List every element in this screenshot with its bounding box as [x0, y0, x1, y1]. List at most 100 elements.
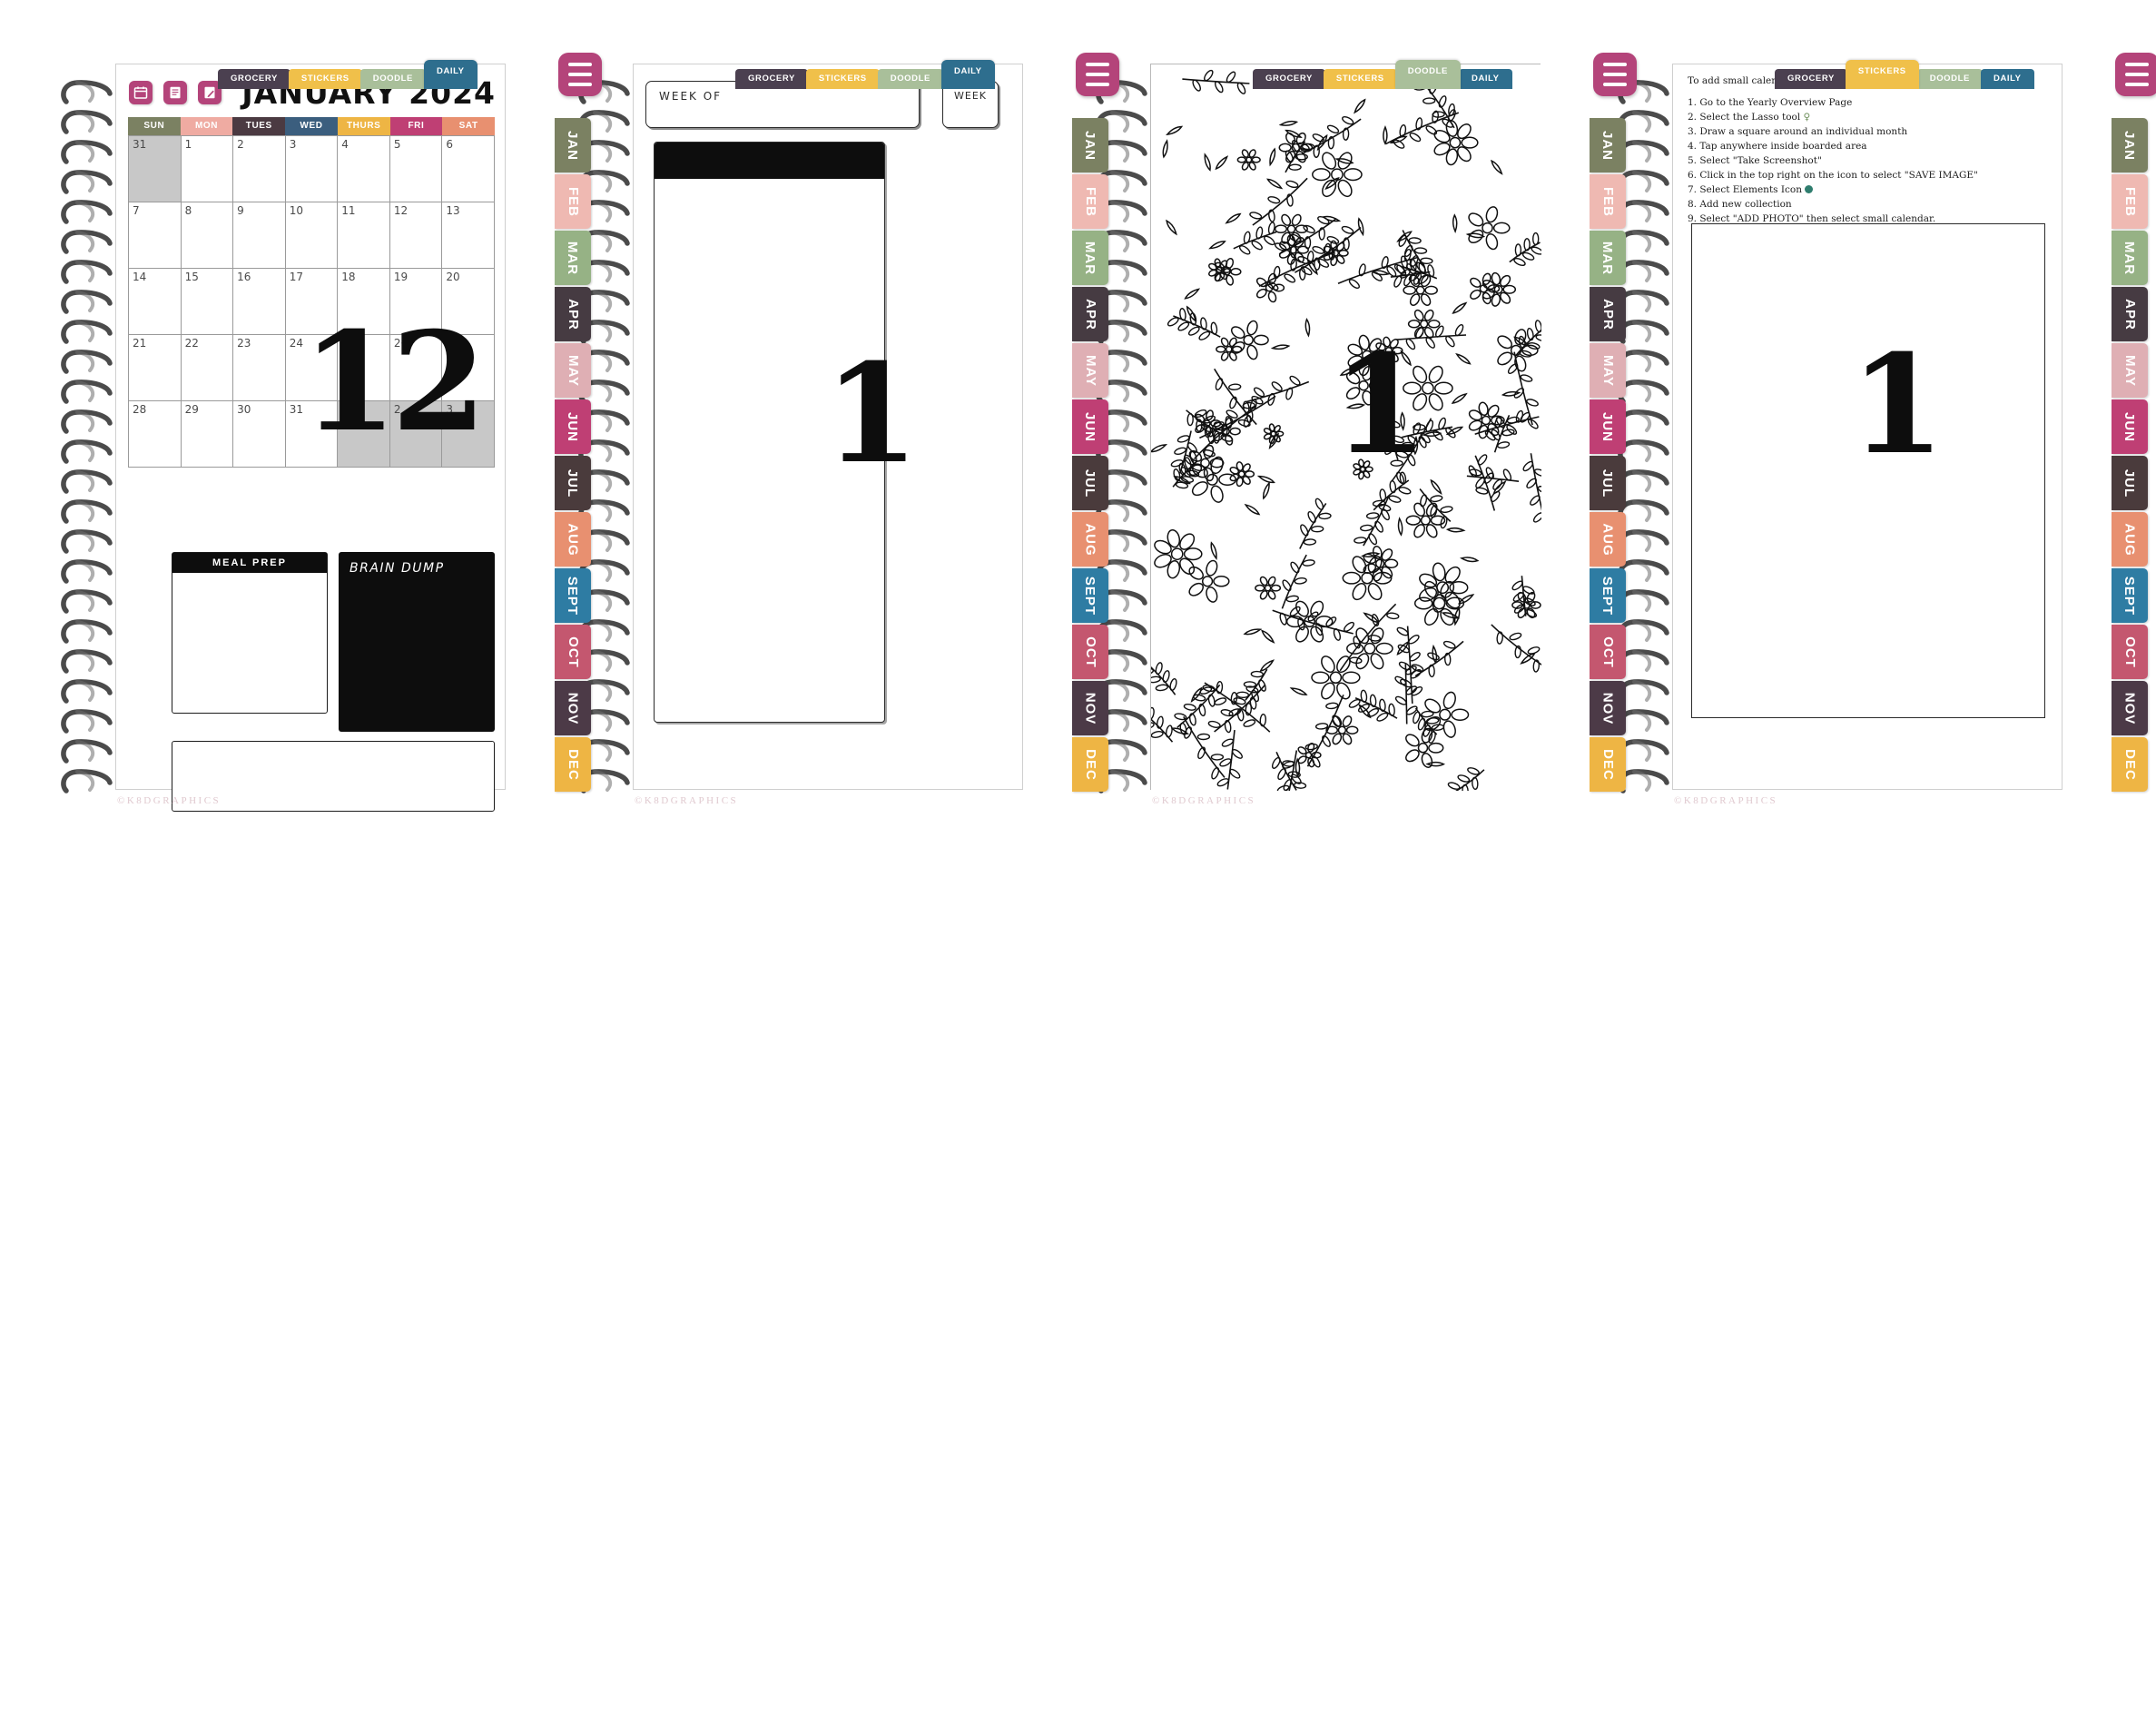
calendar-day-cell[interactable]: 22 [181, 335, 234, 401]
calendar-day-cell[interactable]: 17 [285, 269, 339, 335]
category-tab-daily[interactable]: DAILY [940, 60, 995, 89]
month-tab-jan[interactable]: JAN [1590, 118, 1626, 172]
calendar-day-cell[interactable]: 9 [233, 202, 286, 269]
month-tab-may[interactable]: MAY [1072, 343, 1108, 398]
category-tab-bar-page4[interactable]: GROCERY STICKERS DOODLE DAILY [1775, 58, 2034, 89]
blank-sticker-area[interactable] [1691, 223, 2045, 718]
calendar-day-cell[interactable]: 15 [181, 269, 234, 335]
calendar-day-cell[interactable]: 7 [129, 202, 182, 269]
calendar-day-cell[interactable]: 30 [233, 401, 286, 468]
month-tab-sept[interactable]: SEPT [2112, 568, 2148, 623]
category-tab-bar-page3[interactable]: GROCERY STICKERS DOODLE DAILY [1253, 58, 1512, 89]
month-tab-jun[interactable]: JUN [1072, 399, 1108, 454]
category-tab-stickers[interactable]: STICKERS [1845, 60, 1919, 89]
calendar-day-cell[interactable]: 11 [338, 202, 390, 269]
month-tab-rail-page1[interactable]: JAN FEB MAR APR MAY JUN JUL AUG SEPT OCT NOV DEC [555, 118, 591, 794]
category-tab-stickers[interactable]: STICKERS [288, 69, 362, 89]
calendar-day-cell[interactable]: 26 [389, 335, 443, 401]
month-tab-mar[interactable]: MAR [2112, 231, 2148, 285]
month-tab-sept[interactable]: SEPT [1590, 568, 1626, 623]
calendar-day-cell[interactable]: 1 [338, 401, 390, 468]
month-tab-mar[interactable]: MAR [1590, 231, 1626, 285]
calendar-day-cell[interactable]: 14 [129, 269, 182, 335]
month-tab-rail-page3[interactable]: JAN FEB MAR APR MAY JUN JUL AUG SEPT OCT NOV DEC [1590, 118, 1626, 794]
meal-prep-box[interactable]: MEAL PREP [172, 552, 328, 714]
month-tab-jul[interactable]: JUL [555, 456, 591, 510]
calendar-day-cell[interactable]: 10 [285, 202, 339, 269]
month-tab-oct[interactable]: OCT [2112, 625, 2148, 679]
month-tab-feb[interactable]: FEB [555, 174, 591, 229]
month-tab-aug[interactable]: AUG [555, 512, 591, 567]
calendar-day-cell[interactable]: 23 [233, 335, 286, 401]
notes-icon[interactable] [163, 81, 187, 104]
month-tab-jan[interactable]: JAN [2112, 118, 2148, 172]
category-tab-bar-page2[interactable]: GROCERY STICKERS DOODLE DAILY [735, 58, 995, 89]
brain-dump-box[interactable]: BRAIN DUMP [339, 552, 495, 732]
category-tab-grocery[interactable]: GROCERY [218, 69, 290, 89]
month-tab-dec[interactable]: DEC [555, 737, 591, 792]
calendar-day-cell[interactable]: 27 [442, 335, 495, 401]
calendar-day-cell[interactable]: 3 [442, 401, 495, 468]
month-tab-mar[interactable]: MAR [1072, 231, 1108, 285]
month-tab-jul[interactable]: JUL [1590, 456, 1626, 510]
calendar-day-cell[interactable]: 3 [285, 136, 339, 202]
month-tab-jun[interactable]: JUN [1590, 399, 1626, 454]
month-tab-aug[interactable]: AUG [1590, 512, 1626, 567]
month-tab-nov[interactable]: NOV [1072, 681, 1108, 735]
calendar-day-cell[interactable]: 16 [233, 269, 286, 335]
calendar-icon[interactable] [129, 81, 153, 104]
month-tab-nov[interactable]: NOV [1590, 681, 1626, 735]
month-tab-aug[interactable]: AUG [1072, 512, 1108, 567]
month-tab-aug[interactable]: AUG [2112, 512, 2148, 567]
month-tab-may[interactable]: MAY [2112, 343, 2148, 398]
calendar-day-cell[interactable]: 12 [389, 202, 443, 269]
month-tab-feb[interactable]: FEB [1072, 174, 1108, 229]
month-tab-sept[interactable]: SEPT [555, 568, 591, 623]
menu-button-page4[interactable] [2115, 53, 2156, 96]
calendar-day-cell[interactable]: 19 [389, 269, 443, 335]
quick-icon-row[interactable] [129, 81, 222, 104]
month-tab-jul[interactable]: JUL [2112, 456, 2148, 510]
month-tab-nov[interactable]: NOV [2112, 681, 2148, 735]
calendar-day-cell[interactable]: 1 [181, 136, 234, 202]
month-tab-apr[interactable]: APR [1590, 287, 1626, 341]
month-tab-jan[interactable]: JAN [1072, 118, 1108, 172]
menu-button-page1[interactable] [558, 53, 602, 96]
category-tab-stickers[interactable]: STICKERS [1323, 69, 1397, 89]
category-tab-bar-page1[interactable]: GROCERY STICKERS DOODLE DAILY [218, 58, 477, 89]
category-tab-doodle[interactable]: DOODLE [1394, 60, 1461, 89]
month-tab-oct[interactable]: OCT [1072, 625, 1108, 679]
category-tab-grocery[interactable]: GROCERY [735, 69, 808, 89]
month-tab-mar[interactable]: MAR [555, 231, 591, 285]
month-tab-feb[interactable]: FEB [1590, 174, 1626, 229]
month-tab-apr[interactable]: APR [555, 287, 591, 341]
weekly-entry-column[interactable] [654, 142, 885, 723]
month-tab-dec[interactable]: DEC [2112, 737, 2148, 792]
month-tab-feb[interactable]: FEB [2112, 174, 2148, 229]
month-tab-oct[interactable]: OCT [1590, 625, 1626, 679]
category-tab-daily[interactable]: DAILY [1458, 69, 1512, 89]
menu-button-page2[interactable] [1076, 53, 1119, 96]
calendar-day-cell[interactable]: 24 [285, 335, 339, 401]
calendar-day-cell[interactable]: 31 [285, 401, 339, 468]
month-tab-jun[interactable]: JUN [2112, 399, 2148, 454]
calendar-day-cell[interactable]: 28 [129, 401, 182, 468]
calendar-day-cell[interactable]: 13 [442, 202, 495, 269]
category-tab-stickers[interactable]: STICKERS [805, 69, 880, 89]
calendar-day-cell[interactable]: 6 [442, 136, 495, 202]
month-tab-may[interactable]: MAY [555, 343, 591, 398]
month-tab-dec[interactable]: DEC [1072, 737, 1108, 792]
calendar-day-cell[interactable]: 18 [338, 269, 390, 335]
month-tab-oct[interactable]: OCT [555, 625, 591, 679]
month-tab-apr[interactable]: APR [1072, 287, 1108, 341]
calendar-day-cell[interactable]: 4 [338, 136, 390, 202]
category-tab-doodle[interactable]: DOODLE [877, 69, 943, 89]
month-tab-jan[interactable]: JAN [555, 118, 591, 172]
calendar-day-cell[interactable]: 29 [181, 401, 234, 468]
month-tab-may[interactable]: MAY [1590, 343, 1626, 398]
calendar-day-cell[interactable]: 2 [233, 136, 286, 202]
month-tab-jul[interactable]: JUL [1072, 456, 1108, 510]
month-tab-dec[interactable]: DEC [1590, 737, 1626, 792]
menu-button-page3[interactable] [1593, 53, 1637, 96]
category-tab-grocery[interactable]: GROCERY [1775, 69, 1847, 89]
